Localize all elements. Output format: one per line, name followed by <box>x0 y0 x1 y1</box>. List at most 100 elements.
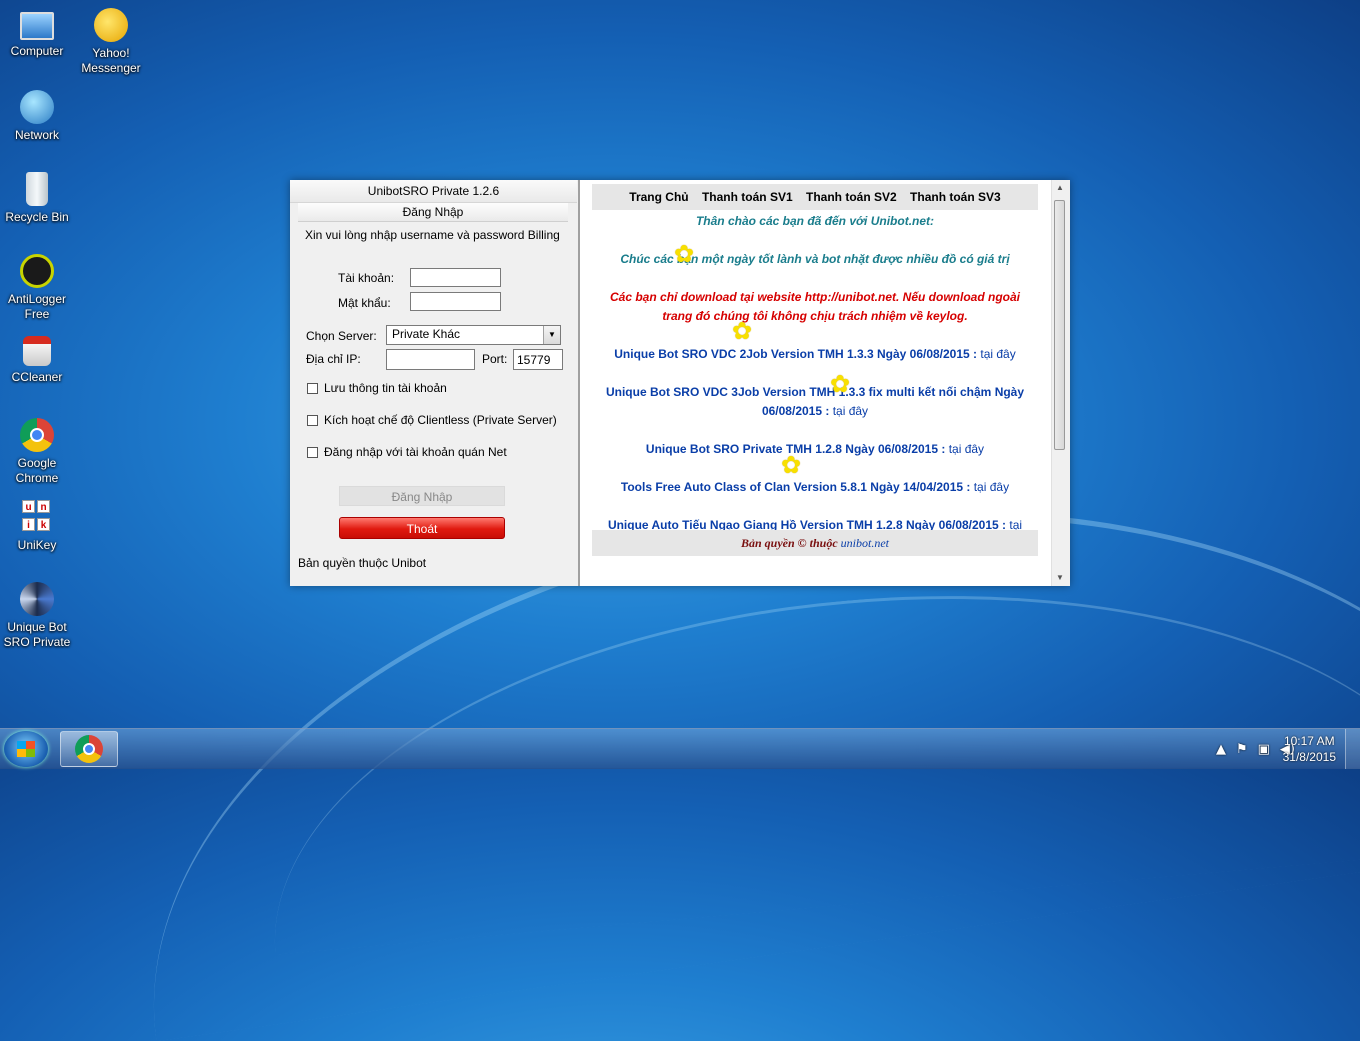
server-label: Chọn Server: <box>306 329 377 343</box>
checkbox-label: Đăng nhập với tài khoản quán Net <box>324 445 507 459</box>
unikey-icon: unik <box>22 500 52 534</box>
ip-input[interactable] <box>386 349 475 370</box>
flower-icon: ✿ <box>830 371 851 398</box>
web-footer: Bản quyền © thuộc unibot.net <box>592 530 1038 556</box>
save-account-checkbox[interactable]: Lưu thông tin tài khoản <box>307 381 447 395</box>
desktop-icon-recycle-bin[interactable]: Recycle Bin <box>0 172 74 225</box>
flower-icon: ✿ <box>781 452 802 479</box>
nav-payment-sv3-link[interactable]: Thanh toán SV3 <box>910 190 1001 204</box>
chevron-down-icon[interactable]: ▼ <box>543 326 560 344</box>
server-selected-value: Private Khác <box>392 327 461 341</box>
desktop-icon-network[interactable]: Network <box>0 90 74 143</box>
desktop-icon-ccleaner[interactable]: CCleaner <box>0 336 74 385</box>
flower-icon: ✿ <box>674 241 695 268</box>
unique-bot-icon <box>20 582 54 616</box>
password-label: Mật khẩu: <box>338 296 391 310</box>
download-item: Unique Bot SRO VDC 3Job Version TMH 1.3.… <box>600 383 1030 402</box>
checkbox-box[interactable] <box>307 382 318 394</box>
checkbox-label: Lưu thông tin tài khoản <box>324 381 447 395</box>
computer-icon <box>20 12 54 40</box>
show-desktop-button[interactable] <box>1345 729 1360 769</box>
nav-payment-sv1-link[interactable]: Thanh toán SV1 <box>702 190 793 204</box>
recycle-bin-icon <box>26 172 48 206</box>
footer-text: Bản quyền © thuộc <box>741 536 841 550</box>
port-label: Port: <box>482 352 508 366</box>
nav-home-link[interactable]: Trang Chủ <box>629 190 688 204</box>
copyright-text: Bản quyền thuộc Unibot <box>298 556 427 570</box>
desktop-icon-google-chrome[interactable]: Google Chrome <box>0 418 74 486</box>
download-item-text: Unique Bot SRO VDC 3Job Version TMH 1.3.… <box>605 385 1025 399</box>
download-item: Unique Bot SRO VDC 2Job Version TMH 1.3.… <box>600 345 1030 364</box>
desktop-icon-yahoo-messenger[interactable]: Yahoo! Messenger <box>74 8 148 76</box>
chrome-icon <box>75 735 103 763</box>
account-label: Tài khoản: <box>338 271 395 285</box>
login-instructions: Xin vui lòng nhập username và password B… <box>305 228 560 242</box>
download-link[interactable]: tại đây <box>833 404 868 418</box>
system-clock[interactable]: 10:17 AM 31/8/2015 <box>1283 733 1336 765</box>
scroll-down-icon[interactable]: ▼ <box>1052 570 1068 586</box>
ip-label: Địa chỉ IP: <box>306 352 361 366</box>
download-item: Unique Bot SRO Private TMH 1.2.8 Ngày 06… <box>600 440 1030 459</box>
web-scrollbar[interactable]: ▲ ▼ <box>1051 180 1068 586</box>
network-icon <box>20 90 54 124</box>
account-input[interactable] <box>410 268 501 287</box>
desktop-icon-label: Recycle Bin <box>5 210 69 224</box>
welcome-text: Thân chào các bạn đã đến với Unibot.net: <box>695 214 935 228</box>
taskbar: ▲ ⚑ ▣ ◀) 10:17 AM 31/8/2015 <box>0 728 1360 769</box>
download-item-text: Tools Free Auto Class of Clan Version 5.… <box>620 480 974 494</box>
desktop-icon-label: CCleaner <box>11 370 63 384</box>
chrome-icon <box>20 418 54 452</box>
desktop-icon-label: Network <box>14 128 59 142</box>
unibot-window: UnibotSRO Private 1.2.6 Đăng Nhập Xin vu… <box>290 180 1070 586</box>
checkbox-box[interactable] <box>307 414 318 426</box>
exit-button[interactable]: Thoát <box>339 517 505 539</box>
desktop-icon-label: Yahoo! Messenger <box>81 46 141 75</box>
web-view: Trang Chủ Thanh toán SV1 Thanh toán SV2 … <box>578 180 1068 586</box>
action-center-flag-icon[interactable]: ⚑ <box>1236 742 1248 757</box>
nav-payment-sv2-link[interactable]: Thanh toán SV2 <box>806 190 897 204</box>
clock-date: 31/8/2015 <box>1282 750 1336 764</box>
desktop-icon-computer[interactable]: Computer <box>0 8 74 59</box>
antilogger-icon <box>20 254 54 288</box>
download-item-text: 06/08/2015 : <box>761 404 833 418</box>
clock-time: 10:17 AM <box>1283 734 1335 748</box>
show-hidden-icons-icon[interactable]: ▲ <box>1216 742 1226 757</box>
checkbox-box[interactable] <box>307 446 318 458</box>
download-item: Tools Free Auto Class of Clan Version 5.… <box>600 478 1030 497</box>
port-input[interactable] <box>513 349 563 370</box>
start-button[interactable] <box>4 731 48 767</box>
desktop-icon-antilogger[interactable]: AntiLogger Free <box>0 254 74 322</box>
footer-link[interactable]: unibot.net <box>841 536 889 550</box>
ccleaner-icon <box>23 336 51 366</box>
wish-text: Chúc các bạn một ngày tốt lành và bot nh… <box>620 252 1010 266</box>
download-link[interactable]: tại đây <box>949 442 984 456</box>
desktop-icon-unique-bot[interactable]: Unique Bot SRO Private <box>0 582 74 650</box>
scroll-thumb[interactable] <box>1054 200 1065 450</box>
yahoo-messenger-icon <box>94 8 128 42</box>
desktop-icon-unikey[interactable]: unik UniKey <box>0 500 74 553</box>
desktop-icon-label: Computer <box>10 44 64 58</box>
net-cafe-checkbox[interactable]: Đăng nhập với tài khoản quán Net <box>307 445 507 459</box>
network-tray-icon[interactable]: ▣ <box>1258 742 1270 757</box>
flower-icon: ✿ <box>732 318 753 345</box>
desktop-icon-label: AntiLogger Free <box>7 292 67 321</box>
web-nav: Trang Chủ Thanh toán SV1 Thanh toán SV2 … <box>592 184 1038 210</box>
download-item-text: Unique Bot SRO VDC 2Job Version TMH 1.3.… <box>614 347 981 361</box>
taskbar-chrome-button[interactable] <box>60 731 118 767</box>
server-select[interactable]: Private Khác ▼ <box>386 325 561 345</box>
tab-login[interactable]: Đăng Nhập <box>298 203 568 222</box>
clientless-checkbox[interactable]: Kích hoạt chế độ Clientless (Private Ser… <box>307 413 557 427</box>
scroll-up-icon[interactable]: ▲ <box>1052 180 1068 196</box>
desktop-icon-label: Google Chrome <box>15 456 59 485</box>
password-input[interactable] <box>410 292 501 311</box>
checkbox-label: Kích hoạt chế độ Clientless (Private Ser… <box>324 413 557 427</box>
login-button[interactable]: Đăng Nhập <box>339 486 505 506</box>
download-link[interactable]: tại đây <box>974 480 1009 494</box>
window-title: UnibotSRO Private 1.2.6 <box>290 180 577 203</box>
download-link[interactable]: tại đây <box>980 347 1015 361</box>
download-item: 06/08/2015 : tại đây <box>600 402 1030 421</box>
login-pane: UnibotSRO Private 1.2.6 Đăng Nhập Xin vu… <box>290 180 577 586</box>
warning-text-line2: trang đó chúng tôi không chịu trách nhiệ… <box>662 309 968 323</box>
desktop-icon-label: UniKey <box>17 538 57 552</box>
desktop-icon-label: Unique Bot SRO Private <box>3 620 71 649</box>
